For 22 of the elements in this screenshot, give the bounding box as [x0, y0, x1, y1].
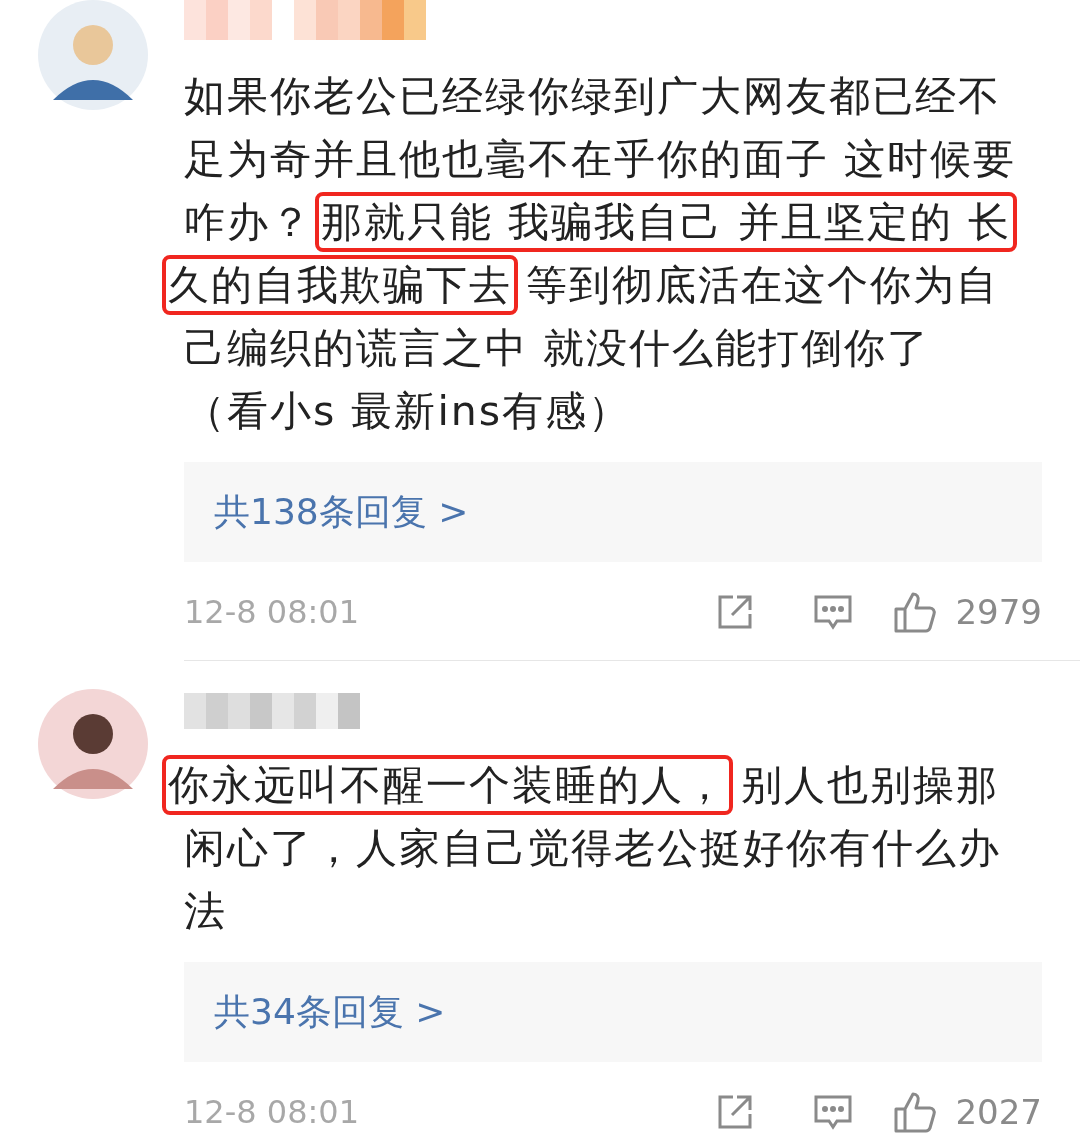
avatar[interactable]: [38, 0, 148, 110]
highlighted-text: 久的自我欺骗下去: [162, 254, 518, 315]
highlighted-text: 那就只能 我骗我自己 并且坚定的 长: [315, 191, 1018, 252]
timestamp: 12-8 08:01: [184, 593, 360, 631]
avatar[interactable]: [38, 689, 148, 799]
highlighted-text: 你永远叫不醒一个装睡的人，: [162, 754, 733, 815]
comment-text: 法: [184, 885, 227, 937]
comment-text: 咋办？: [184, 196, 313, 248]
comment-text: 如果你老公已经绿你绿到广大网友都已经不: [184, 70, 1001, 122]
timestamp: 12-8 08:01: [184, 1093, 360, 1131]
comment-text: 己编织的谎言之中 就没什么能打倒你了: [184, 322, 931, 374]
replies-link[interactable]: 共34条回复 >: [184, 962, 1042, 1062]
comment-text: 闲心了，人家自己觉得老公挺好你有什么办: [184, 822, 1001, 874]
thumbs-up-icon[interactable]: [893, 590, 938, 634]
replies-link[interactable]: 共138条回复 >: [184, 462, 1042, 562]
like-count: 2979: [955, 592, 1042, 632]
thumbs-up-icon[interactable]: [893, 1090, 938, 1134]
like-count: 2027: [955, 1092, 1042, 1132]
comment-text: 别人也别操那: [741, 759, 999, 811]
comment-text: 足为奇并且他也毫不在乎你的面子 这时候要: [184, 133, 1017, 185]
comment-text: 等到彻底活在这个你为自: [526, 259, 999, 311]
comment-text: （看小s 最新ins有感）: [184, 385, 632, 437]
